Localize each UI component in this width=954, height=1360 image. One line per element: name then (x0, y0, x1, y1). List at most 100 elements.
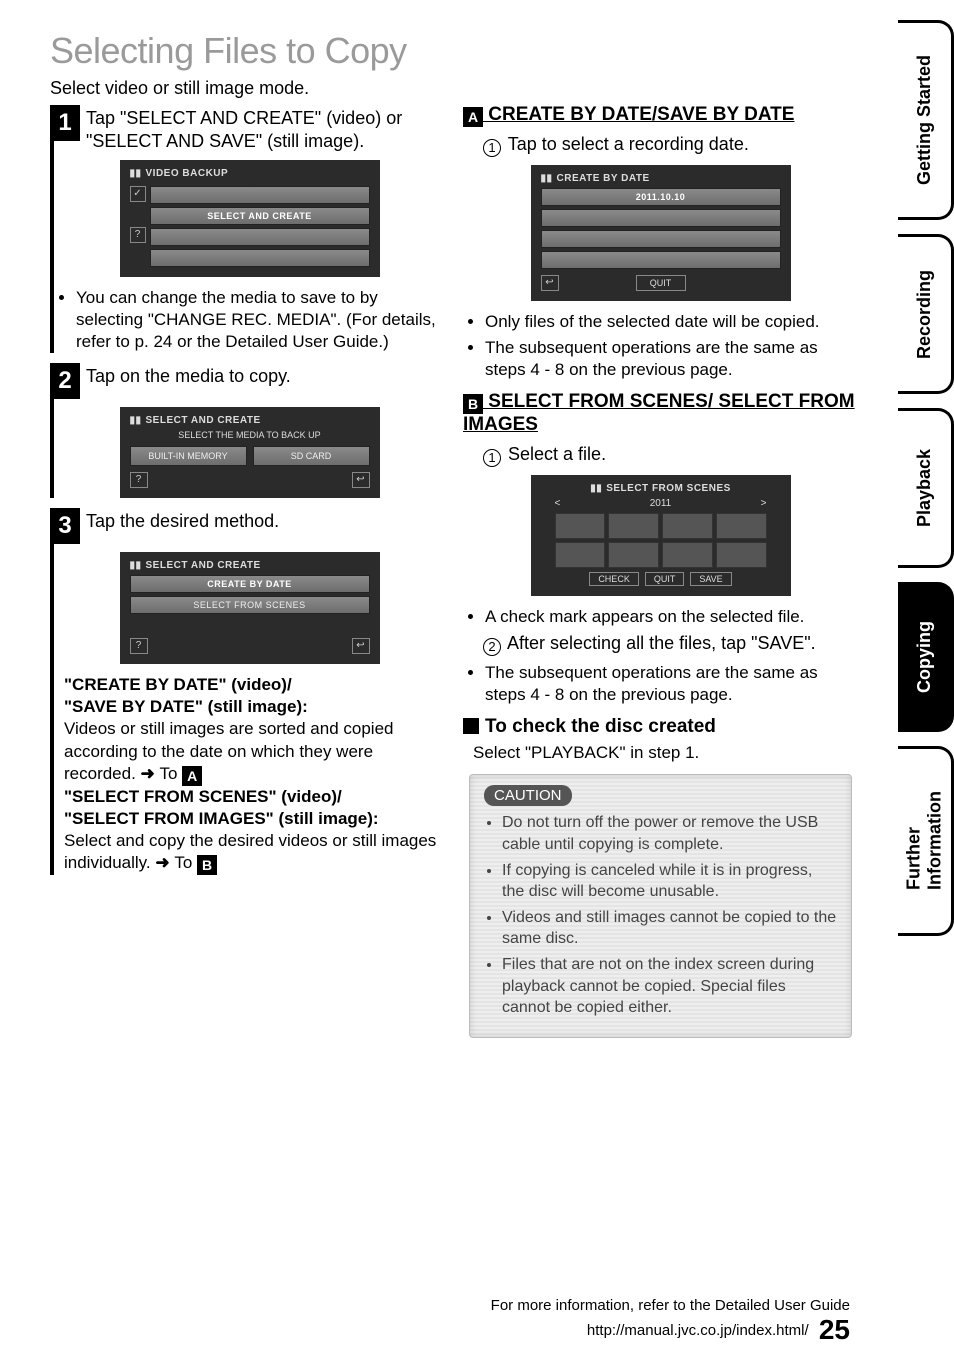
step-1: 1 Tap "SELECT AND CREATE" (video) or "SE… (50, 105, 445, 353)
caution-item: If copying is canceled while it is in pr… (502, 860, 837, 903)
thumbnail (608, 513, 659, 539)
create-by-date-row: CREATE BY DATE (130, 575, 370, 593)
lcd-title: CREATE BY DATE (557, 173, 650, 184)
caution-item: Files that are not on the index screen d… (502, 954, 837, 1019)
page-number: 25 (819, 1314, 850, 1345)
thumbnail (555, 513, 606, 539)
caution-item: Videos and still images cannot be copied… (502, 907, 837, 950)
thumbnail (555, 542, 606, 568)
section-b-step2: After selecting all the files, tap "SAVE… (507, 633, 816, 653)
method-a-title-2: "SAVE BY DATE" (still image): (64, 697, 308, 716)
lcd-title: SELECT AND CREATE (146, 415, 261, 426)
section-a-step1: Tap to select a recording date. (508, 134, 749, 154)
check-button: CHECK (589, 572, 639, 586)
thumbnail (716, 513, 767, 539)
method-a-desc: Videos or still images are sorted and co… (64, 719, 393, 782)
method-b-desc: Select and copy the desired videos or st… (64, 831, 436, 872)
save-button: SAVE (690, 572, 731, 586)
lcd-title: VIDEO BACKUP (146, 168, 229, 179)
video-icon: ▮▮ (541, 173, 553, 184)
method-b-title-2: "SELECT FROM IMAGES" (still image): (64, 809, 379, 828)
lcd-subtitle: SELECT THE MEDIA TO BACK UP (130, 430, 370, 440)
lcd-video-backup: ▮▮VIDEO BACKUP ✓ ? SELECT AND CREATE (120, 160, 380, 277)
step-1-note: You can change the media to save to by s… (76, 287, 445, 353)
tab-playback[interactable]: Playback (898, 408, 954, 568)
section-a-bullet-1: Only files of the selected date will be … (485, 311, 858, 333)
method-a-title-1: "CREATE BY DATE" (video)/ (64, 675, 292, 694)
lcd-create-by-date: ▮▮ CREATE BY DATE 2011.10.10 ↩ QUIT (531, 165, 791, 301)
ref-a-icon: A (182, 766, 202, 786)
prev-icon: < (555, 498, 561, 509)
builtin-memory-button: BUILT-IN MEMORY (130, 446, 247, 466)
page-footer: For more information, refer to the Detai… (0, 1297, 860, 1346)
next-icon: > (761, 498, 767, 509)
step-2-text: Tap on the media to copy. (86, 363, 291, 388)
section-b-bullet-1: A check mark appears on the selected fil… (485, 606, 858, 628)
method-b-title-1: "SELECT FROM SCENES" (video)/ (64, 787, 342, 806)
tab-getting-started[interactable]: Getting Started (898, 20, 954, 220)
help-icon: ? (130, 227, 146, 243)
step-2-number: 2 (50, 363, 80, 399)
check-disc-header: To check the disc created (463, 716, 858, 738)
caution-item: Do not turn off the power or remove the … (502, 812, 837, 855)
menu-row (150, 228, 370, 246)
thumbnail (608, 542, 659, 568)
caution-label: CAUTION (484, 785, 572, 806)
quit-button: QUIT (636, 275, 686, 291)
step-1-text: Tap "SELECT AND CREATE" (video) or "SELE… (86, 105, 445, 152)
menu-row (150, 249, 370, 267)
help-icon: ? (130, 472, 148, 488)
lcd-select-from-scenes: ▮▮ SELECT FROM SCENES <2011 > CHECK QUIT S… (531, 475, 791, 596)
date-row (541, 209, 781, 227)
tab-further-information[interactable]: Further Information (898, 746, 954, 936)
section-a-icon: A (463, 107, 483, 127)
to-label: To (174, 853, 192, 872)
section-b-step1: Select a file. (508, 444, 606, 464)
video-icon: ▮▮ (590, 483, 602, 494)
video-icon: ▮▮ (130, 560, 142, 571)
thumbnail (716, 542, 767, 568)
thumbnail (662, 542, 713, 568)
lcd-title: SELECT AND CREATE (146, 560, 261, 571)
select-from-scenes-row: SELECT FROM SCENES (130, 596, 370, 614)
section-a-bullet-2: The subsequent operations are the same a… (485, 337, 858, 381)
section-b-bullet-2: The subsequent operations are the same a… (485, 662, 858, 706)
footer-url: http://manual.jvc.co.jp/index.html/ (587, 1322, 809, 1339)
square-bullet-icon (463, 718, 479, 734)
step-1-number: 1 (50, 105, 80, 141)
tab-recording[interactable]: Recording (898, 234, 954, 394)
to-label: To (160, 764, 178, 783)
return-icon: ↩ (352, 638, 370, 654)
section-tabs: Getting Started Recording Playback Copyi… (898, 20, 954, 936)
lcd-select-media: ▮▮SELECT AND CREATE SELECT THE MEDIA TO … (120, 407, 380, 498)
date-row (541, 230, 781, 248)
lcd-title: SELECT FROM SCENES (606, 483, 731, 494)
step-3: 3 Tap the desired method. ▮▮ SELECT AND C… (50, 508, 445, 875)
lcd-select-method: ▮▮ SELECT AND CREATE CREATE BY DATE SELEC… (120, 552, 380, 664)
substep-1-icon: 1 (483, 139, 501, 157)
substep-1-icon: 1 (483, 449, 501, 467)
section-a-header: A CREATE BY DATE/SAVE BY DATE (463, 104, 858, 127)
section-b-header: B SELECT FROM SCENES/ SELECT FROM IMAGES (463, 391, 858, 437)
footer-line1: For more information, refer to the Detai… (491, 1297, 850, 1314)
tab-copying[interactable]: Copying (898, 582, 954, 732)
section-b-icon: B (463, 394, 483, 414)
step-3-number: 3 (50, 508, 80, 544)
return-icon: ↩ (541, 275, 559, 291)
year-label: 2011 (650, 498, 672, 509)
step-3-text: Tap the desired method. (86, 508, 279, 533)
check-disc-text: Select "PLAYBACK" in step 1. (473, 742, 858, 764)
substep-2-icon: 2 (483, 638, 501, 656)
return-icon: ↩ (352, 472, 370, 488)
step-2: 2 Tap on the media to copy. ▮▮SELECT AND… (50, 363, 445, 498)
video-icon: ▮▮ (130, 168, 142, 179)
thumbnail (662, 513, 713, 539)
menu-row (150, 186, 370, 204)
sd-card-button: SD CARD (253, 446, 370, 466)
check-icon: ✓ (130, 186, 146, 202)
help-icon: ? (130, 638, 148, 654)
date-row: 2011.10.10 (541, 188, 781, 206)
mode-instruction: Select video or still image mode. (50, 78, 445, 99)
quit-button: QUIT (645, 572, 685, 586)
page-title: Selecting Files to Copy (50, 30, 445, 72)
